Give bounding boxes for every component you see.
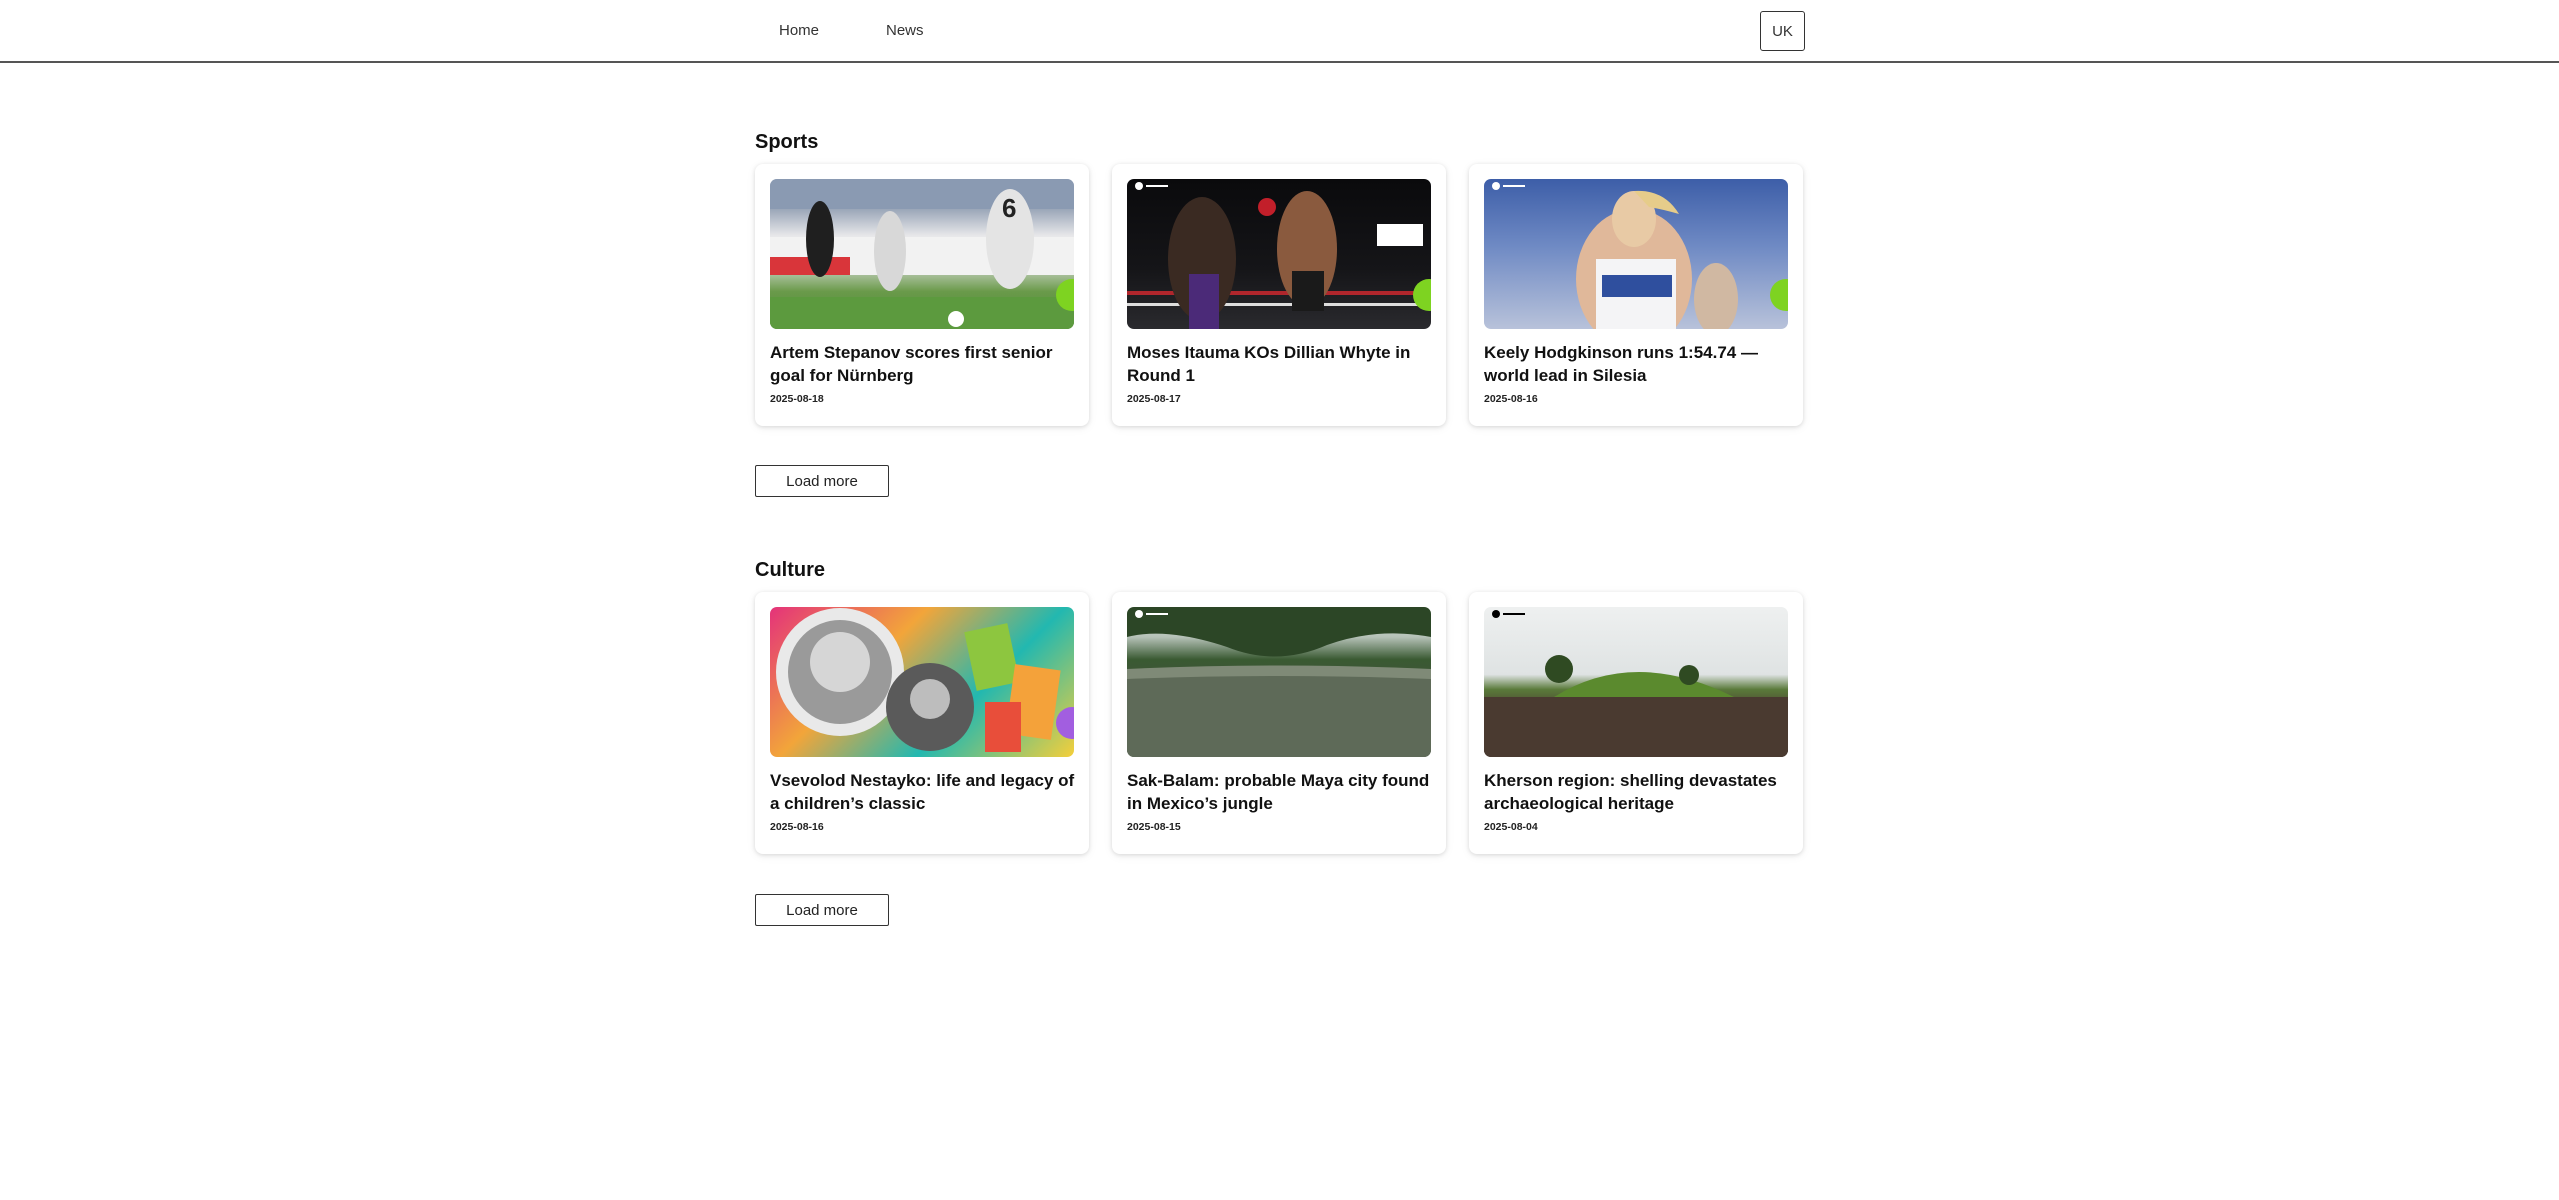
boxing-photo-icon: [1127, 191, 1431, 329]
news-card[interactable]: Kherson region: shelling devastates arch…: [1469, 592, 1803, 854]
collage-photo-icon: [776, 608, 1061, 752]
card-thumbnail[interactable]: [770, 607, 1074, 757]
card-title[interactable]: Keely Hodgkinson runs 1:54.74 — world le…: [1484, 341, 1789, 387]
athletics-photo-icon: [1576, 190, 1738, 329]
card-date: 2025-08-17: [1127, 393, 1181, 405]
top-navigation-bar: Home News UK: [0, 0, 2559, 63]
publisher-logo: [1492, 610, 1525, 618]
card-title[interactable]: Sak-Balam: probable Maya city found in M…: [1127, 769, 1432, 815]
card-thumbnail[interactable]: [1484, 179, 1788, 329]
card-date: 2025-08-16: [770, 821, 824, 833]
publisher-logo: [1135, 610, 1168, 618]
card-date: 2025-08-18: [770, 393, 824, 405]
football-photo-icon: 6: [770, 179, 1074, 329]
card-thumbnail[interactable]: [1127, 179, 1431, 329]
news-card[interactable]: Sak-Balam: probable Maya city found in M…: [1112, 592, 1446, 854]
card-thumbnail[interactable]: 6: [770, 179, 1074, 329]
card-title[interactable]: Artem Stepanov scores first senior goal …: [770, 341, 1075, 387]
card-date: 2025-08-04: [1484, 821, 1538, 833]
publisher-logo: [1135, 182, 1168, 190]
language-switch-button[interactable]: UK: [1760, 11, 1805, 51]
load-more-button-culture[interactable]: Load more: [755, 894, 889, 926]
section-title-culture: Culture: [755, 559, 825, 581]
load-more-button-sports[interactable]: Load more: [755, 465, 889, 497]
nav-news-link[interactable]: News: [886, 22, 924, 39]
card-title[interactable]: Moses Itauma KOs Dillian Whyte in Round …: [1127, 341, 1432, 387]
news-card[interactable]: 6 Artem Stepanov scores first senior goa…: [755, 164, 1089, 426]
news-card[interactable]: Keely Hodgkinson runs 1:54.74 — world le…: [1469, 164, 1803, 426]
news-card[interactable]: Moses Itauma KOs Dillian Whyte in Round …: [1112, 164, 1446, 426]
section-title-sports: Sports: [755, 131, 819, 153]
jungle-river-photo-icon: [1127, 607, 1431, 757]
card-title[interactable]: Vsevolod Nestayko: life and legacy of a …: [770, 769, 1075, 815]
burial-mound-photo-icon: [1484, 655, 1788, 757]
news-card[interactable]: Vsevolod Nestayko: life and legacy of a …: [755, 592, 1089, 854]
nav-home-link[interactable]: Home: [779, 22, 819, 39]
svg-text:6: 6: [1002, 193, 1016, 223]
card-date: 2025-08-15: [1127, 821, 1181, 833]
card-thumbnail[interactable]: [1484, 607, 1788, 757]
card-title[interactable]: Kherson region: shelling devastates arch…: [1484, 769, 1789, 815]
card-thumbnail[interactable]: [1127, 607, 1431, 757]
card-date: 2025-08-16: [1484, 393, 1538, 405]
publisher-logo: [1492, 182, 1525, 190]
